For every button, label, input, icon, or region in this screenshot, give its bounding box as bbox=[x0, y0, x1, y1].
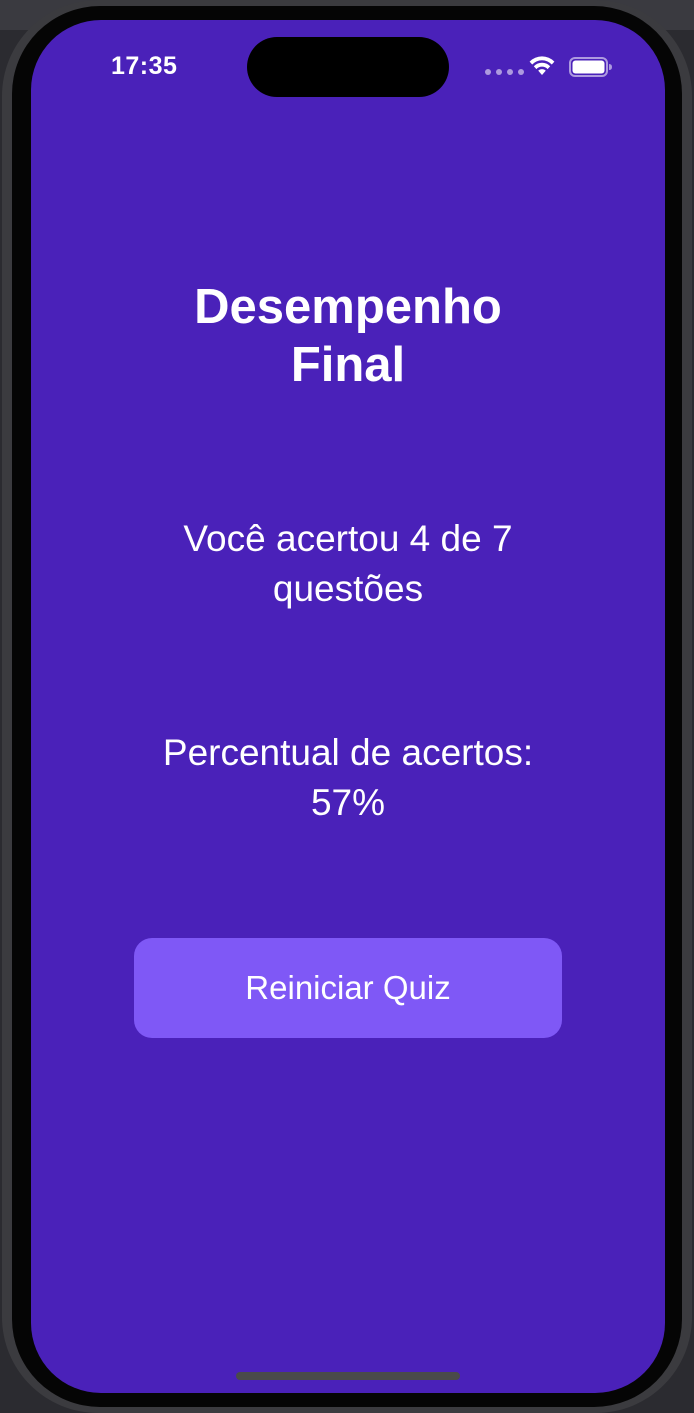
page-title: Desempenho Final bbox=[194, 280, 502, 392]
restart-quiz-button[interactable]: Reiniciar Quiz bbox=[134, 938, 562, 1038]
score-text: Você acertou 4 de 7 questões bbox=[183, 518, 513, 609]
percent-text: Percentual de acertos: 57% bbox=[162, 732, 534, 823]
home-indicator[interactable] bbox=[236, 1372, 460, 1380]
app-screen: 17:35 Desempenho Final Você acertou 4 de… bbox=[31, 20, 665, 1393]
results-content: Desempenho Final Você acertou 4 de 7 que… bbox=[31, 20, 665, 1393]
